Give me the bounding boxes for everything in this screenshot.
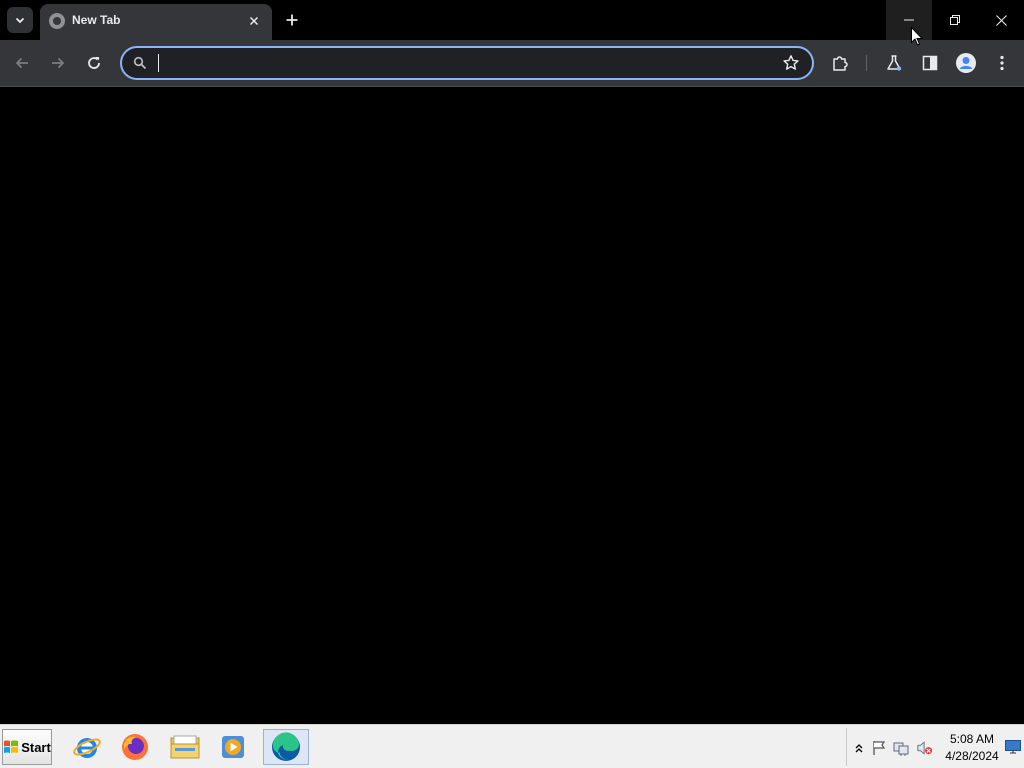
flag-icon (873, 741, 886, 755)
globe-icon (49, 13, 65, 29)
minimize-button[interactable] (886, 0, 932, 40)
restore-icon (950, 15, 960, 25)
page-content[interactable] (0, 88, 1024, 724)
clock-date[interactable]: 4/28/2024 (941, 749, 1003, 763)
side-panel-button[interactable] (916, 49, 944, 77)
extensions-button[interactable] (826, 49, 854, 77)
network-button[interactable] (893, 740, 909, 756)
taskbar-app-edge[interactable] (263, 729, 309, 765)
back-button[interactable] (8, 49, 36, 77)
tab-new-tab[interactable]: New Tab (40, 4, 272, 40)
tab-title: New Tab (72, 13, 121, 27)
address-bar[interactable] (120, 46, 814, 80)
chevron-up-icon (855, 744, 863, 753)
flask-icon (887, 55, 902, 71)
folder-icon (170, 735, 200, 759)
system-tray: 5:08 AM 4/28/2024 (846, 728, 1022, 766)
show-hidden-icons-button[interactable] (851, 740, 867, 756)
new-tab-button[interactable] (280, 8, 304, 32)
taskbar-app-internet-explorer[interactable] (66, 729, 108, 765)
windows-logo-icon (4, 740, 19, 753)
chevron-down-icon (15, 17, 25, 24)
arrow-right-icon (52, 57, 65, 69)
restore-button[interactable] (932, 0, 978, 40)
volume-button[interactable] (917, 740, 933, 756)
search-icon (133, 56, 147, 70)
close-icon (995, 14, 1007, 26)
taskbar-app-media-player[interactable] (212, 729, 254, 765)
omnibox-input[interactable] (156, 51, 766, 75)
puzzle-icon (833, 56, 848, 71)
start-label: Start (21, 739, 51, 755)
clock-time[interactable]: 5:08 AM (941, 732, 1003, 746)
volume-muted-icon (917, 741, 933, 755)
forward-button[interactable] (44, 49, 72, 77)
tab-search-button[interactable] (7, 7, 33, 33)
reload-button[interactable] (80, 49, 108, 77)
text-cursor (158, 54, 159, 72)
plus-icon (286, 14, 298, 26)
side-panel-icon (922, 55, 938, 71)
chrome-labs-button[interactable] (880, 49, 908, 77)
mouse-cursor-icon (911, 27, 923, 46)
minimize-icon (904, 19, 914, 21)
browser-toolbar (0, 40, 1024, 87)
kebab-menu-icon (1000, 55, 1004, 71)
star-icon[interactable] (782, 54, 800, 72)
ie-icon (73, 738, 101, 758)
firefox-icon (122, 734, 148, 760)
reload-icon (88, 57, 100, 69)
close-window-button[interactable] (978, 0, 1024, 40)
profile-button[interactable] (952, 49, 980, 77)
show-desktop-icon[interactable] (1005, 740, 1021, 754)
avatar-icon (956, 53, 976, 73)
close-icon (249, 16, 259, 26)
taskbar: Start 5:08 AM 4/28/2024 (0, 724, 1024, 768)
arrow-left-icon (15, 57, 28, 69)
start-button[interactable]: Start (2, 729, 52, 765)
action-center-button[interactable] (871, 740, 887, 756)
taskbar-app-file-explorer[interactable] (164, 729, 206, 765)
media-player-icon (222, 736, 244, 758)
edge-icon (272, 732, 300, 761)
tab-strip: New Tab (0, 0, 1024, 40)
network-icon (893, 742, 909, 756)
chrome-menu-button[interactable] (988, 49, 1016, 77)
taskbar-app-firefox[interactable] (114, 729, 156, 765)
toolbar-divider (866, 55, 867, 71)
tab-close-button[interactable] (244, 11, 264, 31)
